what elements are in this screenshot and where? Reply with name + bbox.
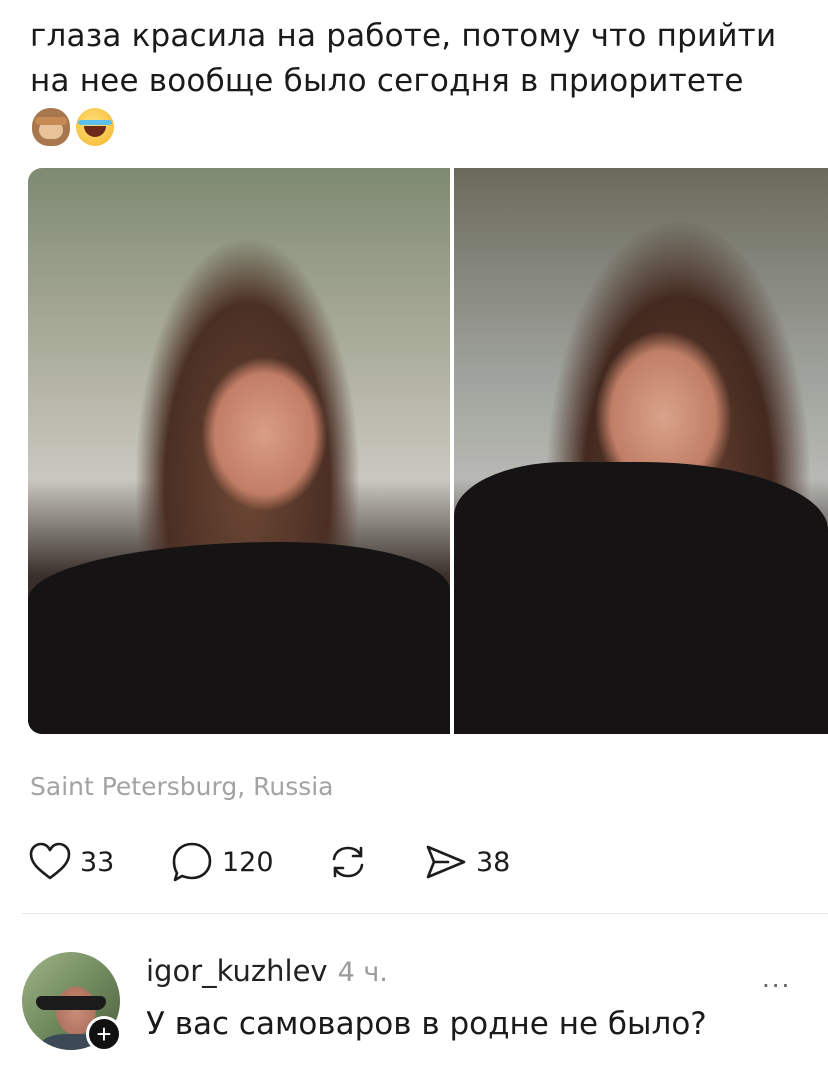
comment-username[interactable]: igor_kuzhlev xyxy=(146,954,328,988)
follow-plus-icon[interactable]: + xyxy=(86,1016,122,1052)
comment-button[interactable]: 120 xyxy=(170,838,274,886)
avatar-glasses-shape xyxy=(36,996,106,1010)
send-icon xyxy=(426,845,466,879)
share-button[interactable]: 38 xyxy=(424,838,510,886)
divider xyxy=(22,913,828,914)
tears-of-joy-icon xyxy=(76,108,114,146)
action-bar: 33 120 38 xyxy=(28,838,628,886)
comment-text: У вас самоваров в родне не было? xyxy=(146,1006,707,1042)
like-count: 33 xyxy=(80,846,115,878)
heart-icon xyxy=(29,842,71,880)
post-location[interactable]: Saint Petersburg, Russia xyxy=(30,772,334,801)
share-count: 38 xyxy=(476,846,511,878)
comment-author[interactable]: igor_kuzhlev 4 ч. xyxy=(146,954,388,988)
photo-shirt-shape xyxy=(28,541,450,734)
emoji-row xyxy=(32,108,114,146)
repost-button[interactable] xyxy=(326,838,378,886)
comment-bubble-icon xyxy=(172,842,212,882)
post-photo-2[interactable] xyxy=(454,168,828,734)
see-no-evil-monkey-icon xyxy=(32,108,70,146)
comment-count: 120 xyxy=(222,846,274,878)
comment-item: + igor_kuzhlev 4 ч. ... У вас самоваров в… xyxy=(0,938,828,1066)
repost-icon xyxy=(332,846,364,878)
post-photo-1[interactable] xyxy=(28,168,450,734)
photo-shirt-shape xyxy=(454,462,828,734)
follow-plus-label: + xyxy=(96,1019,112,1049)
post-text: глаза красила на работе, потому что прий… xyxy=(30,18,777,99)
comment-time: 4 ч. xyxy=(337,957,388,988)
like-button[interactable]: 33 xyxy=(28,838,114,886)
more-options-icon[interactable]: ... xyxy=(762,962,791,994)
